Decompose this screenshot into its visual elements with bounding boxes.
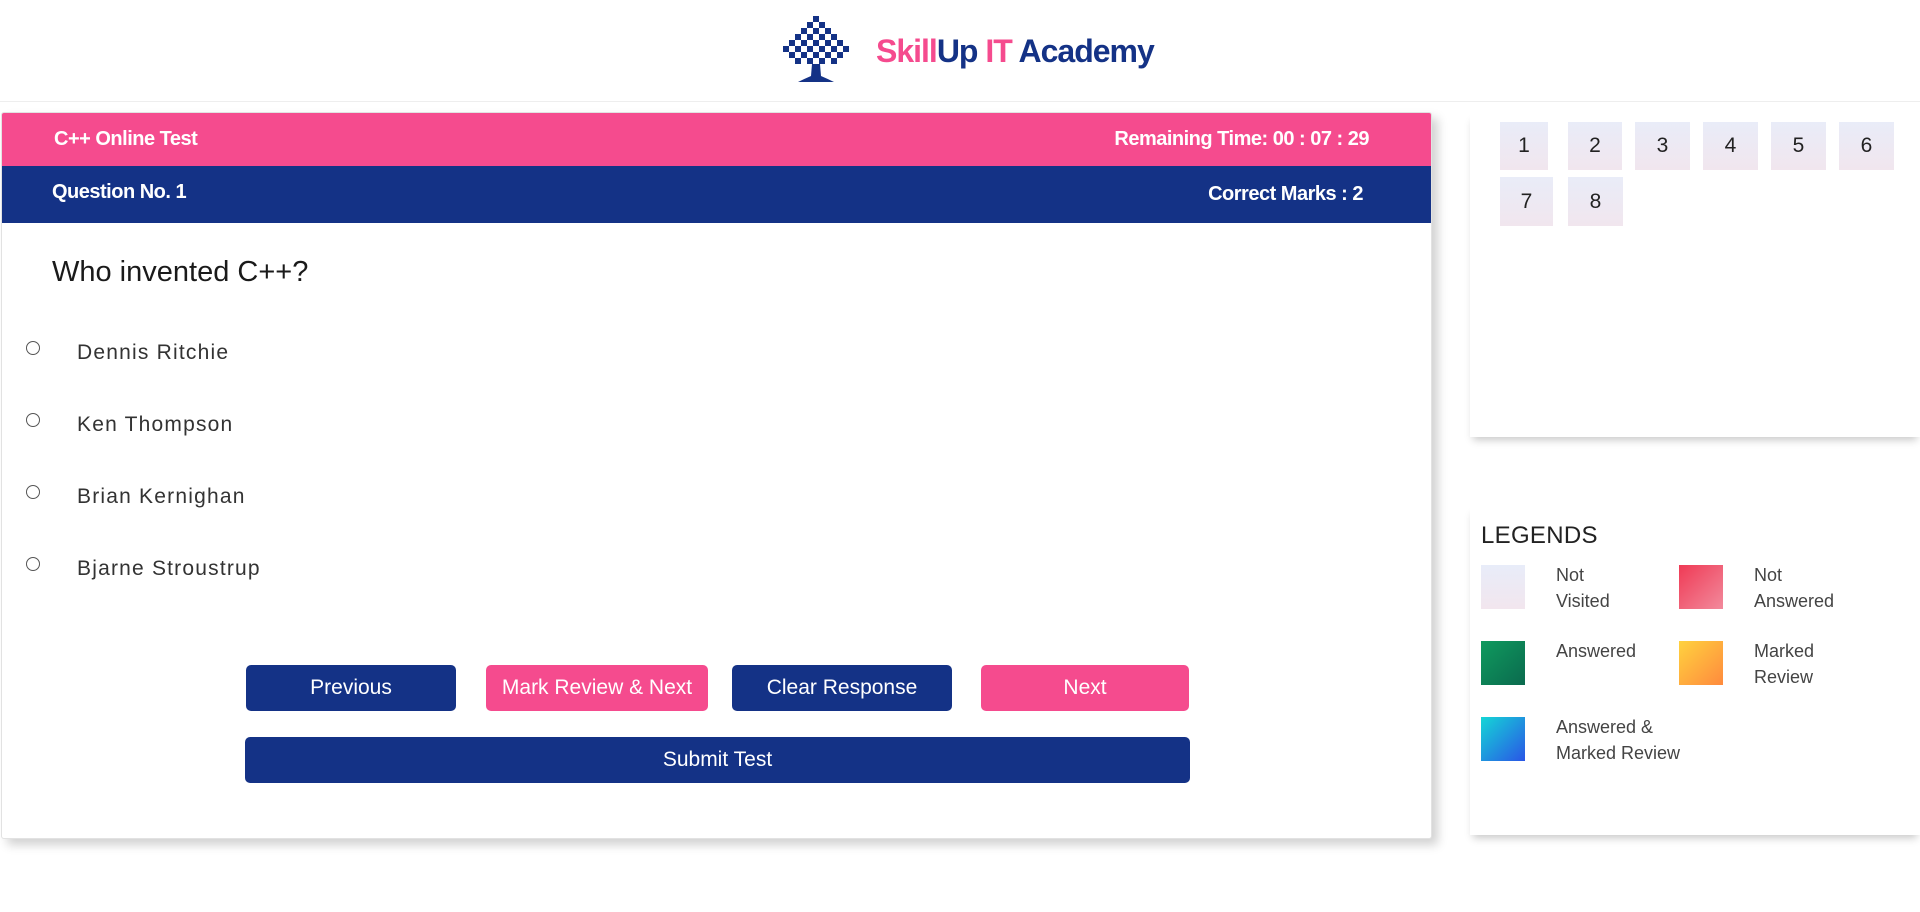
legend-answered-marked-line1: Answered & [1556,717,1654,737]
test-card: C++ Online Test Remaining Time: 00 : 07 … [1,112,1432,839]
remaining-time: Remaining Time: 00 : 07 : 29 [1114,128,1369,150]
legends-panel: LEGENDS Not Visited Not Answered Answere… [1470,505,1920,835]
legend-marked-review-line1: Marked [1754,641,1815,661]
option-1-radio[interactable] [26,341,40,355]
question-nav-6[interactable]: 6 [1839,122,1894,170]
legend-not-answered-swatch [1679,565,1723,609]
question-nav-4[interactable]: 4 [1703,122,1758,170]
brand-logo[interactable]: SkillUp IT Academy [782,16,1155,86]
question-info-bar: Question No. 1 Correct Marks : 2 [2,166,1431,223]
option-4-radio[interactable] [26,557,40,571]
correct-marks: Correct Marks : 2 [1208,183,1363,205]
submit-test-button[interactable]: Submit Test [245,737,1190,783]
legend-not-answered-line1: Not [1754,565,1783,585]
option-3[interactable]: Brian Kernighan [26,481,244,511]
option-2[interactable]: Ken Thompson [26,409,232,439]
question-nav-2[interactable]: 2 [1568,122,1622,170]
option-4[interactable]: Bjarne Stroustrup [26,553,260,583]
legend-answered-marked-swatch [1481,717,1525,761]
brand-skill: Skill [876,32,938,69]
legend-answered-label: Answered [1556,641,1637,661]
option-2-label[interactable]: Ken Thompson [77,413,233,437]
legend-answered-swatch [1481,641,1525,685]
test-title: C++ Online Test [54,128,198,150]
brand-academy: Academy [1018,32,1155,69]
test-title-bar: C++ Online Test Remaining Time: 00 : 07 … [2,113,1431,166]
previous-button[interactable]: Previous [246,665,456,711]
brand-it: IT [985,32,1012,69]
question-number: Question No. 1 [52,181,187,203]
question-navigator: 1 2 3 4 5 6 7 8 [1470,112,1920,437]
clear-response-button[interactable]: Clear Response [732,665,952,711]
legend-not-visited-swatch [1481,565,1525,609]
option-4-label[interactable]: Bjarne Stroustrup [77,557,261,581]
legend-not-answered-line2: Answered [1754,591,1835,611]
next-button[interactable]: Next [981,665,1189,711]
question-nav-5[interactable]: 5 [1771,122,1826,170]
legend-answered-marked-line2: Marked Review [1556,743,1681,763]
brand-name: SkillUp IT Academy [876,32,1155,70]
option-3-label[interactable]: Brian Kernighan [77,485,246,509]
legend-not-visited-label: Not Visited [1556,562,1610,614]
legend-answered-marked-label: Answered & Marked Review [1556,714,1680,766]
option-1[interactable]: Dennis Ritchie [26,337,228,367]
question-nav-1[interactable]: 1 [1500,122,1548,170]
top-header: SkillUp IT Academy [0,0,1920,102]
question-nav-7[interactable]: 7 [1500,177,1553,226]
option-2-radio[interactable] [26,413,40,427]
option-1-label[interactable]: Dennis Ritchie [77,341,229,365]
legend-not-visited-line2: Visited [1556,591,1610,611]
brand-up: Up [936,32,979,69]
mark-review-next-button[interactable]: Mark Review & Next [486,665,708,711]
tree-logo-icon [783,16,849,82]
question-nav-3[interactable]: 3 [1635,122,1690,170]
legend-marked-review-swatch [1679,641,1723,685]
option-3-radio[interactable] [26,485,40,499]
legend-not-visited-line1: Not [1556,565,1585,585]
legends-title: LEGENDS [1481,522,1598,549]
question-nav-8[interactable]: 8 [1568,177,1623,226]
legend-marked-review-line2: Review [1754,667,1814,687]
legend-marked-review-label: Marked Review [1754,638,1814,690]
legend-not-answered-label: Not Answered [1754,562,1834,614]
question-text: Who invented C++? [52,256,309,288]
